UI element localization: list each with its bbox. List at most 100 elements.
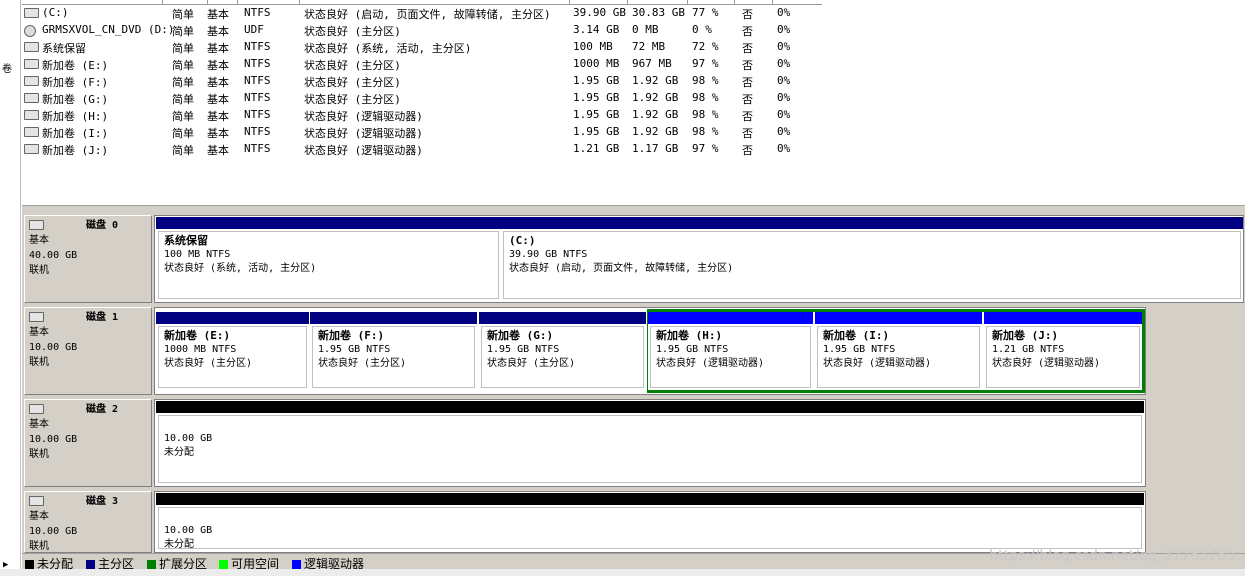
disk-state: 联机 [29,541,49,552]
disk-title: 磁盘 0 [86,220,119,231]
partition-status: 状态良好 (逻辑驱动器) [656,358,765,369]
disk-partitions-3: 10.00 GB 未分配 [154,491,1146,553]
volume-capacity: 1.21 GB [573,142,620,155]
volume-fs: NTFS [244,91,271,104]
partition-size: 10.00 GB [164,525,213,536]
partition[interactable]: 系统保留 100 MB NTFS 状态良好 (系统, 活动, 主分区) [156,217,501,301]
volume-fault-tolerance: 否 [742,42,753,55]
partition-bar [984,312,1142,324]
volume-row[interactable]: 新加卷 (I:) 简单 基本 NTFS 状态良好 (逻辑驱动器) 1.95 GB 1.92 … [22,123,822,140]
volume-list: (C:) 简单 基本 NTFS 状态良好 (启动, 页面文件, 故障转储, 主分区) 39… [22,0,1245,205]
volume-row[interactable]: (C:) 简单 基本 NTFS 状态良好 (启动, 页面文件, 故障转储, 主分区) 39… [22,4,822,21]
volume-layout: 简单 [172,144,194,157]
disk-kind: 基本 [29,327,49,338]
partition-spacer [164,510,1136,524]
partition[interactable]: 新加卷 (F:) 1.95 GB NTFS 状态良好 (主分区) [310,312,477,390]
volume-pct-free: 98 % [692,91,719,104]
disk-label-3[interactable]: 磁盘 3 基本 10.00 GB 联机 [24,491,152,553]
volume-type: 基本 [207,127,229,140]
legend-swatch [219,560,228,569]
volume-type: 基本 [207,25,229,38]
drive-icon [24,110,39,120]
volume-layout: 简单 [172,59,194,72]
partition-body: 系统保留 100 MB NTFS 状态良好 (系统, 活动, 主分区) [158,231,499,299]
legend-swatch [86,560,95,569]
volume-row[interactable]: GRMSXVOL_CN_DVD (D:) 简单 基本 UDF 状态良好 (主分区) 3.1… [22,21,822,38]
volume-pct-free: 97 % [692,142,719,155]
volume-free: 1.92 GB [632,125,679,138]
partition-size: 1.95 GB NTFS [318,344,391,355]
partition-body: 10.00 GB 未分配 [158,507,1142,550]
volume-row[interactable]: 新加卷 (J:) 简单 基本 NTFS 状态良好 (逻辑驱动器) 1.21 GB 1.17 … [22,140,822,157]
volume-row[interactable]: 系统保留 简单 基本 NTFS 状态良好 (系统, 活动, 主分区) 100 MB 72 M… [22,38,822,55]
volume-overhead: 0% [777,57,791,70]
volume-free: 1.17 GB [632,142,679,155]
partition-size: 1000 MB NTFS [164,344,237,355]
volume-capacity: 3.14 GB [573,23,620,36]
partition-size: 1.95 GB NTFS [656,344,729,355]
partition-status: 状态良好 (逻辑驱动器) [823,358,932,369]
partition-size: 1.95 GB NTFS [487,344,560,355]
volume-pct-free: 98 % [692,74,719,87]
partition[interactable]: 新加卷 (E:) 1000 MB NTFS 状态良好 (主分区) [156,312,309,390]
partition[interactable]: (C:) 39.90 GB NTFS 状态良好 (启动, 页面文件, 故障转储, 主… [501,217,1243,301]
disk-title: 磁盘 1 [86,312,119,323]
partition[interactable]: 10.00 GB 未分配 [156,493,1144,551]
partition-body: 新加卷 (E:) 1000 MB NTFS 状态良好 (主分区) [158,326,307,388]
volume-status: 状态良好 (主分区) [304,25,401,38]
disk-size: 10.00 GB [29,526,78,537]
volume-status: 状态良好 (逻辑驱动器) [304,127,423,140]
partition[interactable]: 10.00 GB 未分配 [156,401,1144,485]
volume-row[interactable]: 新加卷 (H:) 简单 基本 NTFS 状态良好 (逻辑驱动器) 1.95 GB 1.92 … [22,106,822,123]
volume-fs: NTFS [244,6,271,19]
drive-icon [24,8,39,18]
volume-overhead: 0% [777,23,791,36]
partition-spacer [164,418,1136,432]
partition-bar [310,312,477,324]
left-pane-label: 卷 [2,64,12,75]
volume-pct-free: 72 % [692,40,719,53]
disk-label-0[interactable]: 磁盘 0 基本 40.00 GB 联机 [24,215,152,303]
volume-free: 1.92 GB [632,108,679,121]
volume-pct-free: 77 % [692,6,719,19]
volume-row[interactable]: 新加卷 (E:) 简单 基本 NTFS 状态良好 (主分区) 1000 MB 967 MB 9… [22,55,822,72]
volume-free: 967 MB [632,57,672,70]
volume-capacity: 1.95 GB [573,108,620,121]
partition-size: 10.00 GB [164,433,213,444]
volume-capacity: 1.95 GB [573,74,620,87]
partition[interactable]: 新加卷 (H:) 1.95 GB NTFS 状态良好 (逻辑驱动器) [648,312,813,390]
partition-bar [479,312,646,324]
drive-icon [24,42,39,52]
partition[interactable]: 新加卷 (G:) 1.95 GB NTFS 状态良好 (主分区) [479,312,646,390]
volume-fs: NTFS [244,108,271,121]
partition-status: 状态良好 (逻辑驱动器) [992,358,1101,369]
volume-capacity: 39.90 GB [573,6,626,19]
volume-row[interactable]: 新加卷 (F:) 简单 基本 NTFS 状态良好 (主分区) 1.95 GB 1.92 GB… [22,72,822,89]
volume-layout: 简单 [172,93,194,106]
volume-row[interactable]: 新加卷 (G:) 简单 基本 NTFS 状态良好 (主分区) 1.95 GB 1.92 GB… [22,89,822,106]
volume-fs: NTFS [244,40,271,53]
volume-fs: NTFS [244,125,271,138]
volume-free: 1.92 GB [632,91,679,104]
left-pane-strip: 卷 ▶ [0,0,21,576]
disk-title: 磁盘 3 [86,496,119,507]
disk-partitions-0: 系统保留 100 MB NTFS 状态良好 (系统, 活动, 主分区) (C:) 39.… [154,215,1244,303]
volume-fs: NTFS [244,74,271,87]
partition[interactable]: 新加卷 (J:) 1.21 GB NTFS 状态良好 (逻辑驱动器) [984,312,1142,390]
disk-icon [29,220,44,230]
volume-status: 状态良好 (主分区) [304,93,401,106]
volume-fault-tolerance: 否 [742,93,753,106]
disk-graphical-view: 磁盘 0 基本 40.00 GB 联机 系统保留 100 MB NTFS 状态良好 (系统,… [22,213,1245,553]
volume-fs: UDF [244,23,264,36]
disk-label-2[interactable]: 磁盘 2 基本 10.00 GB 联机 [24,399,152,487]
drive-icon [24,127,39,137]
partition[interactable]: 新加卷 (I:) 1.95 GB NTFS 状态良好 (逻辑驱动器) [815,312,982,390]
volume-type: 基本 [207,93,229,106]
volume-capacity: 1000 MB [573,57,620,70]
volume-overhead: 0% [777,74,791,87]
volume-type: 基本 [207,110,229,123]
disk-kind: 基本 [29,511,49,522]
legend-swatch [25,560,34,569]
disk-partitions-2: 10.00 GB 未分配 [154,399,1146,487]
disk-label-1[interactable]: 磁盘 1 基本 10.00 GB 联机 [24,307,152,395]
